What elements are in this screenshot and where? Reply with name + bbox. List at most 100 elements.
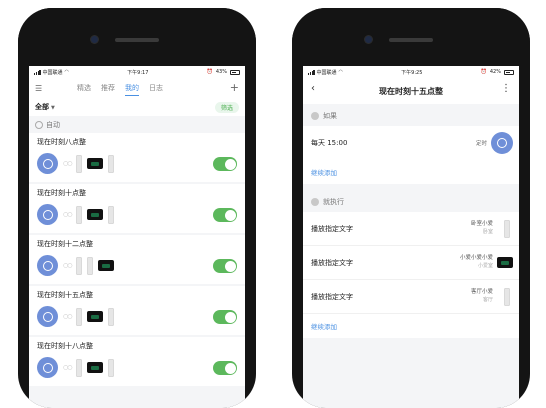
rule-card[interactable]: 现在时刻十五点整 ○○ <box>29 286 245 335</box>
battery-percent: 43% <box>215 69 227 75</box>
device-name-text: 小爱小爱小爱 <box>459 255 493 261</box>
speaker-device-icon <box>504 288 510 306</box>
timer-icon <box>37 204 58 225</box>
tab-bar: 精选 推荐 我的 日志 <box>72 78 168 98</box>
speaker-device-icon <box>108 307 115 326</box>
phone-bezel <box>292 8 530 66</box>
battery-icon <box>503 69 514 75</box>
section-header-if: 如果 <box>303 104 519 126</box>
device-room: 卧室 <box>482 229 493 235</box>
link-icon: ○○ <box>63 364 73 371</box>
filter-button[interactable]: 筛选 <box>214 101 239 113</box>
speaker-device-icon <box>76 154 83 173</box>
speaker-device-icon <box>504 220 510 238</box>
rule-card[interactable]: 现在时刻八点整 ○○ <box>29 133 245 182</box>
device-room: 小爱室 <box>477 263 493 269</box>
caret-down-icon: ▼ <box>51 105 55 111</box>
action-icon <box>311 198 319 206</box>
filter-bar: 全部 ▼ 筛选 <box>29 98 245 116</box>
timer-icon <box>37 255 58 276</box>
section-header-then: 就执行 <box>303 190 519 212</box>
timer-icon <box>37 306 58 327</box>
rule-toggle[interactable] <box>213 361 237 375</box>
rule-card[interactable]: 现在时刻十二点整 ○○ <box>29 235 245 284</box>
more-options-icon[interactable]: ⋮ <box>501 83 511 94</box>
speaker-device-icon <box>87 256 94 275</box>
add-action-link[interactable]: 继续添加 <box>303 314 519 338</box>
alarm-icon: ⏰ <box>206 69 213 75</box>
action-label: 播放指定文字 <box>311 224 353 233</box>
timer-icon <box>37 357 58 378</box>
rule-devices: ○○ <box>37 153 237 174</box>
device-room: 客厅 <box>482 297 493 303</box>
timer-icon <box>491 132 513 154</box>
speaker-device-icon <box>108 154 115 173</box>
smart-display-icon <box>87 362 104 373</box>
smart-display-icon <box>87 311 104 322</box>
link-icon: ○○ <box>63 262 73 269</box>
action-row[interactable]: 播放指定文字 卧室小爱 卧室 <box>303 212 519 246</box>
top-navigation: ☰ 精选 推荐 我的 日志 + <box>29 78 245 98</box>
rule-devices: ○○ <box>37 255 237 276</box>
action-label: 播放指定文字 <box>311 292 353 301</box>
wifi-icon: ◠ <box>338 69 343 75</box>
wifi-icon: ◠ <box>64 69 69 75</box>
rule-toggle[interactable] <box>213 310 237 324</box>
smart-display-icon <box>87 209 104 220</box>
front-camera <box>91 36 98 43</box>
speaker-device-icon <box>76 205 83 224</box>
speaker-device-icon <box>76 307 83 326</box>
back-arrow-icon[interactable]: ‹ <box>311 83 315 94</box>
rule-toggle[interactable] <box>213 157 237 171</box>
rule-devices: ○○ <box>37 306 237 327</box>
section-header-auto: 自动 <box>29 116 245 133</box>
rule-toggle[interactable] <box>213 259 237 273</box>
tab-featured[interactable]: 精选 <box>72 78 96 98</box>
earpiece-speaker <box>115 38 159 42</box>
rule-title: 现在时刻十二点整 <box>37 240 93 248</box>
speaker-device-icon <box>76 256 83 275</box>
rule-devices: ○○ <box>37 357 237 378</box>
rule-title: 现在时刻十五点整 <box>37 291 93 299</box>
menu-icon[interactable]: ☰ <box>35 84 44 93</box>
carrier-label: 中国联通 <box>316 69 337 76</box>
screen-rule-detail: 中国联通 ◠ 下午9:25 ⏰ 42% ‹ 现在时刻十五点整 ⋮ 如果 每天 1… <box>303 66 519 408</box>
tab-recommended[interactable]: 推荐 <box>96 78 120 98</box>
tab-mine[interactable]: 我的 <box>120 78 144 98</box>
rule-card[interactable]: 现在时刻十点整 ○○ <box>29 184 245 233</box>
link-icon: ○○ <box>63 160 73 167</box>
rule-title: 现在时刻十八点整 <box>37 342 93 350</box>
device-name: 客厅小爱客厅 <box>471 288 493 304</box>
rule-toggle[interactable] <box>213 208 237 222</box>
smart-display-icon <box>497 257 513 268</box>
section-label-if: 如果 <box>323 112 337 120</box>
battery-percent: 42% <box>489 69 501 75</box>
alarm-icon: ⏰ <box>480 69 487 75</box>
speaker-device-icon <box>76 358 83 377</box>
phone-left: 中国联通 ◠ 下午9:17 ⏰ 43% ☰ 精选 推荐 我的 日志 + 全部 ▼ … <box>18 8 256 408</box>
action-label: 播放指定文字 <box>311 258 353 267</box>
page-title: 现在时刻十五点整 <box>379 86 443 96</box>
action-row[interactable]: 播放指定文字 小爱小爱小爱小爱室 <box>303 246 519 280</box>
section-label: 自动 <box>46 121 60 129</box>
condition-card[interactable]: 每天 15:00 定时 <box>303 126 519 160</box>
device-name: 卧室小爱 卧室 <box>471 220 493 236</box>
auto-icon <box>35 121 43 129</box>
add-condition-link[interactable]: 继续添加 <box>303 160 519 184</box>
phone-bezel <box>18 8 256 66</box>
device-name: 小爱小爱小爱小爱室 <box>460 254 493 270</box>
status-bar: 中国联通 ◠ 下午9:25 ⏰ 42% <box>303 66 519 78</box>
rule-card[interactable]: 现在时刻十八点整 ○○ <box>29 337 245 386</box>
signal-icon <box>34 69 41 75</box>
tab-log[interactable]: 日志 <box>144 78 168 98</box>
condition-type: 定时 <box>475 141 487 147</box>
device-name-text: 客厅小爱 <box>470 289 493 295</box>
section-label-then: 就执行 <box>323 198 344 206</box>
filter-dropdown[interactable]: 全部 ▼ <box>35 102 55 112</box>
add-icon[interactable]: + <box>230 81 239 95</box>
earpiece-speaker <box>389 38 433 42</box>
carrier-label: 中国联通 <box>42 69 63 76</box>
action-row[interactable]: 播放指定文字 客厅小爱客厅 <box>303 280 519 314</box>
phone-right: 中国联通 ◠ 下午9:25 ⏰ 42% ‹ 现在时刻十五点整 ⋮ 如果 每天 1… <box>292 8 530 408</box>
rule-title: 现在时刻十点整 <box>37 189 86 197</box>
